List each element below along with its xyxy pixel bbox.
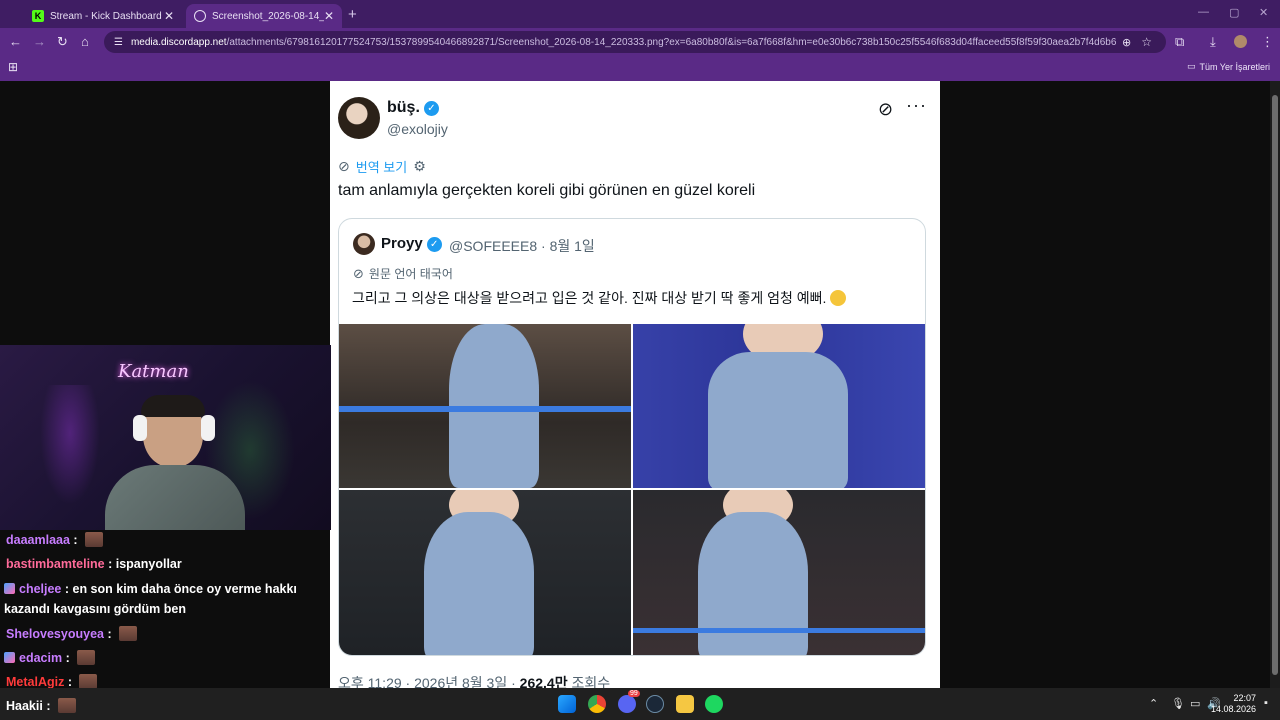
translate-icon: ⊘ bbox=[338, 158, 350, 174]
webcam-feed: Katman bbox=[0, 345, 331, 530]
home-icon[interactable]: ⌂ bbox=[81, 34, 89, 49]
reload-icon[interactable]: ↻ bbox=[57, 34, 68, 50]
subscriber-badge-icon bbox=[4, 583, 15, 594]
grok-icon: ⊘ bbox=[878, 99, 894, 119]
tab-label: Stream - Kick Dashboard bbox=[50, 10, 162, 22]
chat-message: daaamlaaa : bbox=[6, 530, 104, 550]
page-scrollbar[interactable] bbox=[1270, 81, 1280, 688]
extensions-icon[interactable]: ⧉ bbox=[1175, 34, 1184, 50]
notifications-icon[interactable]: ▪ bbox=[1264, 697, 1268, 709]
quoted-tweet: Proyy ✓ @SOFEEEE8 · 8월 1일 ⊘ 원문 언어 태국어 그리고… bbox=[338, 218, 926, 656]
photo-1 bbox=[339, 324, 631, 488]
download-icon[interactable]: ⤓ bbox=[1210, 34, 1216, 50]
translate-link: ⊘ 번역 보기 ⚙ bbox=[338, 157, 426, 176]
bookmark-star-icon[interactable]: ☆ bbox=[1141, 35, 1152, 49]
microphone-icon[interactable]: 🎙 bbox=[1171, 697, 1185, 710]
translate-icon: ⊘ bbox=[353, 265, 364, 281]
file-explorer-icon[interactable] bbox=[676, 695, 694, 713]
back-icon[interactable]: ← bbox=[9, 34, 22, 49]
bookmarks-bar: ⊞ ▭ Tüm Yer İşaretleri bbox=[0, 56, 1280, 81]
clock-time: 22:07 bbox=[1233, 693, 1256, 703]
neon-sign: Katman bbox=[118, 361, 189, 382]
url-text[interactable]: media.discordapp.net/attachments/6798161… bbox=[131, 37, 1116, 48]
tray-chevron-icon[interactable]: ⌃ bbox=[1149, 697, 1158, 710]
spotify-icon[interactable] bbox=[705, 695, 723, 713]
author-name: büş. ✓ bbox=[387, 99, 439, 117]
tab-kick-dashboard[interactable]: K Stream - Kick Dashboard ✕ bbox=[24, 4, 182, 28]
chat-message: cheljee : en son kim daha önce oy verme … bbox=[4, 582, 297, 616]
emote-icon bbox=[77, 650, 96, 665]
discord-icon[interactable]: 99 bbox=[618, 690, 640, 713]
menu-icon[interactable]: ⋮ bbox=[1261, 34, 1274, 50]
chat-message: edacim : bbox=[4, 648, 96, 668]
translate-label: 번역 보기 bbox=[355, 160, 408, 175]
tab-label: Screenshot_2026-08-14_220333 bbox=[212, 10, 324, 22]
site-info-icon[interactable]: ☰ bbox=[114, 37, 123, 48]
window-close-icon[interactable]: ✕ bbox=[1259, 6, 1268, 19]
emote-icon bbox=[57, 698, 76, 713]
chat-message: Shelovesyouyea : bbox=[6, 624, 138, 644]
verified-icon: ✓ bbox=[423, 101, 439, 116]
steam-icon[interactable] bbox=[646, 695, 664, 713]
browser-chrome: K Stream - Kick Dashboard ✕ Screenshot_2… bbox=[0, 0, 1280, 81]
author-avatar bbox=[338, 97, 380, 139]
chat-message: Haakii : bbox=[6, 696, 76, 716]
settings-gear-icon: ⚙ bbox=[413, 158, 426, 174]
subscriber-badge-icon bbox=[4, 652, 15, 663]
tweet-text: tam anlamıyla gerçekten koreli gibi görü… bbox=[338, 182, 756, 199]
maximize-icon[interactable]: ▢ bbox=[1229, 6, 1239, 19]
windows-taskbar: Haakii : 99 ⌃ 🎙 ▭ 🔊 22:07 14.08.2026 ▪ bbox=[0, 688, 1280, 720]
url-path: /attachments/679816120177524753/15378995… bbox=[226, 36, 1116, 48]
stream-chat: daaamlaaa : bastimbamteline : ispanyolla… bbox=[0, 530, 331, 689]
apps-grid-icon[interactable]: ⊞ bbox=[8, 60, 18, 74]
tab-strip: K Stream - Kick Dashboard ✕ Screenshot_2… bbox=[0, 0, 1280, 28]
zoom-icon[interactable]: ⊕ bbox=[1122, 36, 1131, 49]
close-tab-icon[interactable]: ✕ bbox=[164, 9, 174, 23]
emote-icon bbox=[79, 674, 98, 689]
pleading-face-emoji bbox=[830, 290, 847, 306]
start-icon[interactable] bbox=[558, 695, 576, 713]
original-language-note: ⊘ 원문 언어 태국어 bbox=[353, 265, 453, 282]
tweet-screenshot: büş. ✓ @exolojiy ⊘ ··· ⊘ 번역 보기 ⚙ tam anla… bbox=[330, 81, 940, 688]
photo-4 bbox=[633, 490, 925, 655]
more-options-icon: ··· bbox=[906, 95, 927, 115]
new-tab-icon[interactable]: + bbox=[348, 6, 357, 23]
chrome-icon[interactable] bbox=[588, 695, 606, 713]
scrollbar-thumb[interactable] bbox=[1272, 95, 1278, 675]
photo-2 bbox=[633, 324, 925, 488]
forward-icon[interactable]: → bbox=[33, 34, 46, 49]
photo-3 bbox=[339, 490, 631, 655]
folder-icon: ▭ bbox=[1186, 61, 1196, 71]
emote-icon bbox=[119, 626, 138, 641]
profile-avatar[interactable] bbox=[1234, 35, 1247, 48]
chat-message: bastimbamteline : ispanyollar bbox=[6, 557, 182, 571]
url-domain: media.discordapp.net bbox=[130, 36, 227, 48]
kick-icon: K bbox=[32, 10, 44, 22]
photo-grid bbox=[339, 324, 925, 655]
all-bookmarks-label: Tüm Yer İşaretleri bbox=[1199, 61, 1270, 72]
streamer bbox=[105, 395, 245, 530]
clock-date: 14.08.2026 bbox=[1210, 704, 1256, 714]
network-icon[interactable]: ▭ bbox=[1190, 697, 1200, 710]
tweet-meta: 오후 11:29 · 2026년 8월 3일 · 262.4만 조회수 bbox=[338, 673, 610, 688]
emote-icon bbox=[85, 532, 104, 547]
quoted-author-name: Proyy ✓ bbox=[381, 235, 442, 252]
all-bookmarks-button[interactable]: ▭ Tüm Yer İşaretleri bbox=[1187, 61, 1270, 72]
quoted-author-avatar bbox=[353, 233, 375, 255]
verified-icon: ✓ bbox=[426, 237, 442, 252]
view-count: 262.4만 bbox=[519, 675, 568, 688]
system-clock[interactable]: 22:07 14.08.2026 bbox=[1211, 693, 1256, 715]
quoted-text: 그리고 그 의상은 대상을 받으려고 입은 것 같아. 진짜 대상 받기 딱 좋… bbox=[352, 288, 847, 308]
close-tab-icon[interactable]: ✕ bbox=[324, 9, 334, 23]
discord-icon bbox=[194, 10, 206, 22]
tab-screenshot[interactable]: Screenshot_2026-08-14_220333 ✕ bbox=[186, 4, 342, 28]
author-handle: @exolojiy bbox=[387, 121, 448, 137]
notification-badge: 99 bbox=[628, 690, 640, 697]
minimize-icon[interactable]: — bbox=[1198, 6, 1209, 18]
address-bar[interactable]: ☰ media.discordapp.net/attachments/67981… bbox=[104, 31, 1166, 53]
quoted-handle-date: @SOFEEEE8 · 8월 1일 bbox=[449, 238, 595, 254]
